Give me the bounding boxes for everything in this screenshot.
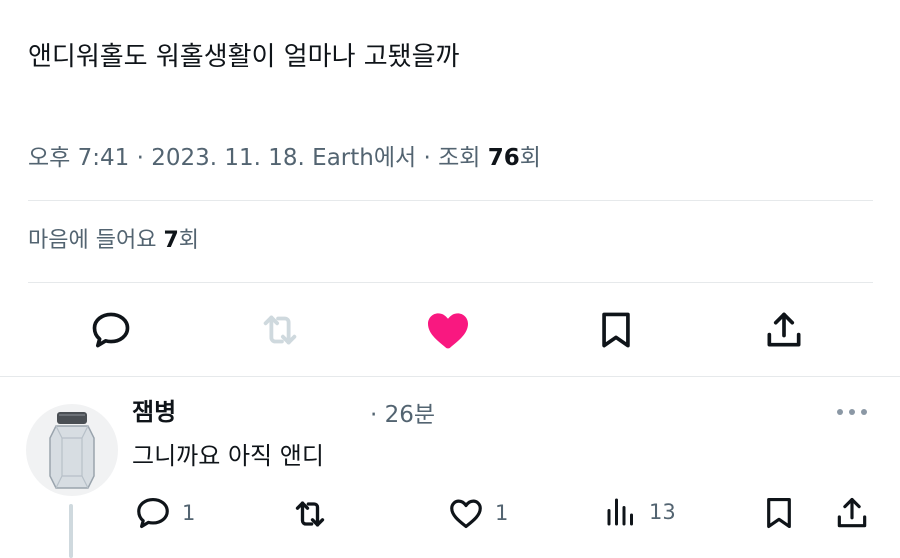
likes-unit: 회 <box>178 228 199 253</box>
jar-icon <box>49 412 95 489</box>
retweet-button[interactable] <box>252 302 308 358</box>
divider <box>28 282 873 283</box>
reply-reply-button[interactable]: 1 <box>134 494 195 532</box>
reply-author-name[interactable]: 잼병 <box>132 396 176 428</box>
reply-reply-count: 1 <box>182 501 196 525</box>
tweet-source: Earth에서 <box>312 145 417 171</box>
retweet-icon <box>295 501 325 527</box>
share-button[interactable] <box>756 302 812 358</box>
views-label: 조회 <box>438 145 481 171</box>
views-unit: 회 <box>519 145 541 171</box>
reply-view-count: 13 <box>649 500 676 524</box>
reply-bookmark-button[interactable] <box>760 494 798 532</box>
reply-timestamp[interactable]: · 26분 <box>370 400 435 430</box>
tweet-date: 2023. 11. 18. <box>151 145 305 171</box>
views-count: 76 <box>487 145 520 171</box>
bookmark-button[interactable] <box>588 302 644 358</box>
tweet-meta: 오후 7:41 · 2023. 11. 18. Earth에서 · 조회 76회 <box>28 145 541 171</box>
tweet-text: 앤디워홀도 워홀생활이 얼마나 고됐을까 <box>28 42 460 72</box>
like-button[interactable] <box>420 302 476 358</box>
reply-like-count: 1 <box>495 501 509 525</box>
section-divider <box>0 376 900 377</box>
speech-bubble-icon <box>92 312 130 348</box>
share-icon <box>837 497 867 528</box>
share-icon <box>767 312 801 347</box>
bookmark-icon <box>767 497 791 529</box>
speech-bubble-icon <box>137 497 169 529</box>
likes-summary[interactable]: 마음에 들어요 7회 <box>28 226 199 256</box>
divider <box>28 200 873 201</box>
avatar[interactable] <box>26 404 118 496</box>
more-button[interactable] <box>835 402 869 426</box>
more-dots-icon <box>837 409 867 415</box>
reply-share-button[interactable] <box>833 494 871 532</box>
bookmark-icon <box>602 312 630 348</box>
reply-text: 그니까요 아직 앤디 <box>132 442 324 470</box>
retweet-icon <box>263 315 297 345</box>
reply-retweet-button[interactable] <box>290 494 330 534</box>
likes-count: 7 <box>163 228 179 253</box>
likes-label: 마음에 들어요 <box>28 228 157 253</box>
reply-views-button[interactable]: 13 <box>603 494 676 530</box>
thread-line <box>69 504 73 558</box>
heart-outline-icon <box>450 499 482 529</box>
reply-button[interactable] <box>83 302 139 358</box>
analytics-icon <box>607 498 633 526</box>
tweet-time: 오후 7:41 <box>28 145 130 171</box>
heart-filled-icon <box>428 313 468 349</box>
reply-like-button[interactable]: 1 <box>447 494 508 532</box>
